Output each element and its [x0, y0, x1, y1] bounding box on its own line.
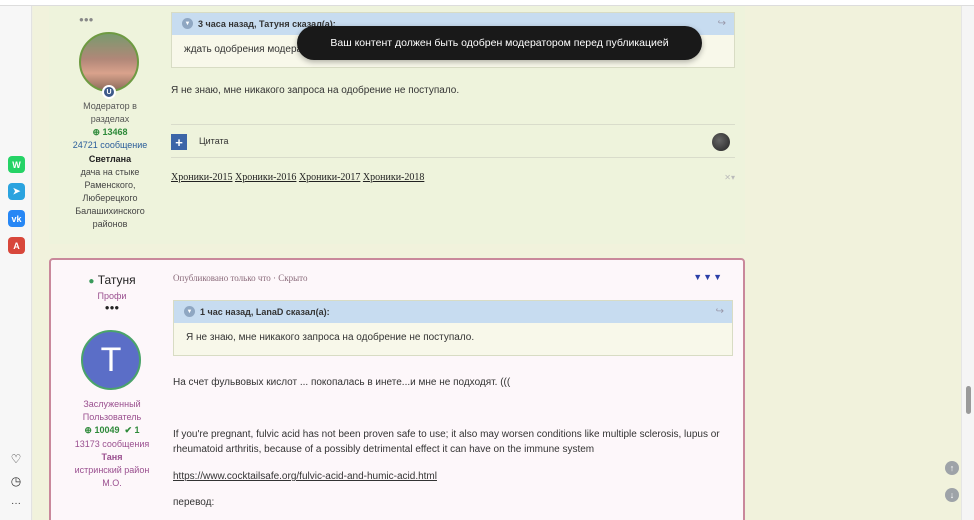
close-icon[interactable]: ✕▾: [724, 173, 735, 182]
scroll-down-icon[interactable]: ↓: [945, 488, 959, 502]
signature-link[interactable]: Хроники-2017: [299, 172, 360, 183]
author-realname: Таня: [101, 452, 123, 462]
clock-icon[interactable]: ◷: [9, 474, 23, 488]
author-role: Модератор в разделах: [83, 101, 137, 124]
author-location: истринский район М.О.: [74, 465, 150, 488]
likes-value: 1: [134, 425, 140, 435]
author-role: Заслуженный Пользователь: [82, 399, 142, 422]
post-meta: Опубликовано только что · Скрыто: [173, 273, 308, 283]
browser-sidebar: W ➤ vk A ♡ ◷ ···: [0, 6, 32, 520]
post-paragraph: If you're pregnant, fulvic acid has not …: [173, 429, 720, 455]
post-count[interactable]: 13173 сообщения: [51, 438, 173, 451]
more-icon[interactable]: ···: [9, 496, 23, 510]
quote-text: Я не знаю, мне никакого запроса на одобр…: [186, 332, 475, 343]
quote-author: 1 час назад, LanaD сказал(а):: [200, 307, 330, 317]
reputation-count: ⊕ 13468: [92, 127, 128, 137]
heart-icon[interactable]: ♡: [9, 452, 23, 466]
external-link[interactable]: https://www.cocktailsafe.org/fulvic-acid…: [173, 469, 437, 484]
forum-page: ●●● U Модератор в разделах ⊕ 13468 24721…: [33, 6, 961, 520]
author-name-text: Татуня: [97, 273, 136, 287]
avatar[interactable]: T: [81, 330, 141, 390]
author-rank: Профи: [97, 291, 127, 301]
rank-dots: ●●●: [79, 15, 94, 24]
chevron-down-icon[interactable]: ▼: [184, 306, 195, 317]
moderation-toast: Ваш контент должен быть одобрен модерато…: [297, 26, 702, 60]
share-icon[interactable]: ↪: [716, 301, 724, 323]
signature-link[interactable]: Хроники-2016: [235, 172, 296, 183]
signature-link[interactable]: Хроники-2015: [171, 172, 232, 183]
signature-link[interactable]: Хроники-2018: [363, 172, 424, 183]
author-location: дача на стыке Раменского, Люберецкого Ба…: [75, 167, 145, 229]
reputation-value: 10049: [94, 425, 120, 435]
telegram-icon[interactable]: ➤: [8, 183, 25, 200]
scroll-up-icon[interactable]: ↑: [945, 461, 959, 475]
signature: Хроники-2015 Хроники-2016 Хроники-2017 Х…: [171, 172, 424, 183]
reputation-count: ⊕ 10049 ✔ 1: [84, 425, 140, 435]
author-name: Светлана: [88, 154, 132, 164]
quick-reply-bar: + Цитата: [171, 124, 735, 158]
whatsapp-icon[interactable]: W: [8, 156, 25, 173]
post-text: Я не знаю, мне никакого запроса на одобр…: [171, 85, 460, 96]
reputation-value: 13468: [102, 127, 128, 137]
chevron-down-icon[interactable]: ▼: [182, 18, 193, 29]
author-name[interactable]: ● Татуня: [51, 273, 173, 287]
user-avatar-icon[interactable]: [712, 133, 730, 151]
scrollbar-thumb[interactable]: [966, 386, 971, 414]
rank-dots: ●●●: [104, 303, 120, 312]
cite-button[interactable]: Цитата: [199, 136, 229, 146]
vk-icon[interactable]: vk: [8, 210, 25, 227]
post-paragraph: На счет фульвовых кислот ... покопалась …: [173, 377, 511, 388]
add-button[interactable]: +: [171, 134, 187, 150]
quote-block: ▼ 1 час назад, LanaD сказал(а): ↪ Я не з…: [173, 300, 733, 356]
post-count[interactable]: 24721 сообщение: [49, 139, 171, 152]
quote-header: ▼ 1 час назад, LanaD сказал(а): ↪: [174, 301, 732, 323]
scrollbar[interactable]: [961, 6, 974, 520]
online-indicator-icon: ●: [88, 276, 95, 287]
share-icon[interactable]: ↪: [718, 13, 726, 35]
forum-post: ● Татуня Профи ●●● T Заслуженный Пользов…: [49, 258, 745, 520]
moderator-badge-icon: U: [102, 85, 116, 99]
post-paragraph: перевод:: [173, 497, 215, 508]
pdf-icon[interactable]: A: [8, 237, 25, 254]
avatar[interactable]: [79, 32, 139, 92]
post-options-icon[interactable]: ▼▼▼: [693, 272, 723, 282]
